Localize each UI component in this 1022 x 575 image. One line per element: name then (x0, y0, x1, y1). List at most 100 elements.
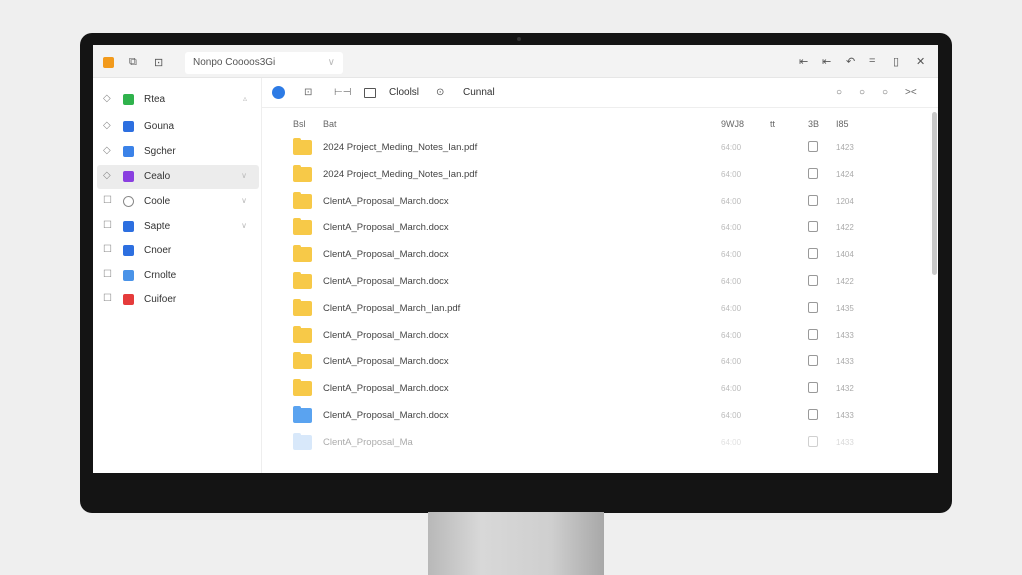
sidebar-item-sapte[interactable]: ☐ Sapte ∨ (97, 215, 259, 239)
new-item-icon[interactable]: ⊡ (304, 87, 312, 98)
address-text: Nonpo Coooos3Gi (193, 57, 276, 68)
column-header[interactable]: Bsl (293, 119, 306, 129)
undo-icon[interactable]: ↶ (846, 55, 855, 68)
file-code: 1204 (836, 196, 854, 206)
save-icon[interactable]: ⊡ (154, 56, 163, 69)
back-icon[interactable]: ⇤ (799, 55, 808, 68)
forward-icon[interactable]: ⇤ (822, 55, 831, 68)
minimize-icon[interactable]: = (869, 55, 875, 67)
column-header[interactable]: Bat (323, 119, 337, 129)
chevron-icon[interactable]: ∨ (241, 221, 247, 230)
file-row[interactable]: ClentA_Proposal_March.docx 64:00 1433 (262, 348, 922, 374)
toolbar-button-2[interactable]: Cunnal (463, 87, 495, 98)
file-code: 1404 (836, 250, 854, 260)
collapse-icon[interactable]: >< (905, 87, 917, 98)
sidebar-item-cuifoer[interactable]: ☐ Cuifoer (97, 288, 259, 312)
file-list: Bsl Bat 9WJ8 tt 3B I85 2024 Project_Medi… (262, 108, 938, 473)
file-code: 1433 (836, 357, 854, 367)
file-code: 1433 (836, 437, 854, 447)
address-bar[interactable]: Nonpo Coooos3Gi ∨ (185, 52, 343, 74)
file-name: ClentA_Proposal_Ma (323, 436, 413, 448)
maximize-icon[interactable]: ▯ (893, 55, 899, 68)
file-row[interactable]: 2024 Project_Meding_Notes_Ian.pdf 64:00 14… (262, 134, 922, 160)
folder-icon (293, 218, 312, 236)
file-row[interactable]: 2024 Project_Meding_Notes_Ian.pdf 64:00 14… (262, 161, 922, 187)
sidebar-item-sgcher[interactable]: ◇ Sgcher (97, 140, 259, 164)
file-row[interactable]: ClentA_Proposal_March.docx 64:00 1422 (262, 214, 922, 240)
webcam (517, 37, 521, 41)
folder-icon (123, 94, 134, 105)
sidebar-item-crnolte[interactable]: ☐ Crnolte (97, 264, 259, 288)
file-time: 64:00 (721, 169, 742, 179)
file-row[interactable]: ClentA_Proposal_March.docx 64:00 1204 (262, 188, 922, 214)
sidebar-item-cnoer[interactable]: ☐ Cnoer (97, 239, 259, 263)
file-time: 64:00 (721, 250, 742, 260)
sidebar-lead-icon[interactable]: ☐ (103, 244, 112, 255)
sidebar-item-gouna[interactable]: ◇ Gouna (97, 115, 259, 139)
sidebar-item-coole[interactable]: ☐ Coole ∨ (97, 190, 259, 214)
file-code: 1435 (836, 303, 854, 313)
folder-icon (293, 352, 312, 370)
folder-icon (293, 298, 312, 316)
column-header[interactable]: 9WJ8 (721, 119, 744, 129)
file-code: 1422 (836, 277, 854, 286)
file-code: 1432 (836, 384, 854, 394)
width-icon[interactable]: ⊢⊣ (334, 87, 351, 98)
folder-icon (123, 294, 134, 305)
scrollbar[interactable] (932, 112, 937, 275)
sidebar-item-label: Sgcher (144, 146, 176, 157)
sidebar-item-label: Gouna (144, 121, 175, 132)
file-row[interactable]: ClentA_Proposal_March.docx 64:00 1433 (262, 402, 922, 428)
circle-icon[interactable]: ○ (859, 87, 865, 98)
file-row[interactable]: ClentA_Proposal_March.docx 64:00 1433 (262, 322, 922, 348)
sidebar-lead-icon[interactable]: ☐ (103, 195, 112, 206)
sidebar-lead-icon[interactable]: ◇ (103, 93, 111, 104)
file-type-icon (808, 248, 818, 260)
file-row[interactable]: ClentA_Proposal_March.docx 64:00 1432 (262, 375, 922, 401)
chevron-icon[interactable]: ▵ (243, 94, 247, 103)
sidebar-lead-icon[interactable]: ◇ (103, 170, 111, 181)
monitor-stand (428, 512, 604, 575)
view-icon[interactable] (364, 88, 376, 98)
search-icon[interactable]: ○ (836, 87, 842, 98)
file-time: 64:00 (721, 437, 742, 447)
file-row[interactable]: ClentA_Proposal_Ma 64:00 1433 (262, 429, 922, 455)
file-time: 64:00 (721, 223, 742, 233)
file-name: ClentA_Proposal_March.docx (323, 329, 449, 341)
sidebar-lead-icon[interactable]: ☐ (103, 220, 112, 231)
file-name: ClentA_Proposal_March_Ian.pdf (323, 302, 461, 314)
circle-icon[interactable]: ○ (882, 87, 888, 98)
file-time: 64:00 (721, 357, 742, 367)
column-header[interactable]: tt (770, 119, 775, 129)
chevron-icon[interactable]: ∨ (241, 171, 247, 180)
options-icon[interactable]: ⊙ (436, 87, 444, 98)
file-type-icon (808, 194, 818, 206)
sidebar-lead-icon[interactable]: ◇ (103, 120, 111, 131)
file-time: 64:00 (721, 330, 742, 340)
sidebar-lead-icon[interactable]: ☐ (103, 269, 112, 280)
file-name: ClentA_Proposal_March.docx (323, 222, 449, 234)
sidebar-item-cealo[interactable]: ◇ Cealo ∨ (97, 165, 259, 189)
file-row[interactable]: ClentA_Proposal_March.docx 64:00 1422 (262, 268, 922, 294)
sidebar-item-label: Rtea (144, 94, 166, 105)
sidebar-item-rtea[interactable]: ◇ Rtea ▵ (97, 88, 259, 112)
file-row[interactable]: ClentA_Proposal_March_Ian.pdf 64:00 1435 (262, 295, 922, 321)
file-code: 1433 (836, 330, 854, 340)
close-icon[interactable]: ✕ (916, 55, 925, 68)
sidebar-lead-icon[interactable]: ☐ (103, 293, 112, 304)
copy-icon[interactable]: ⧉ (129, 56, 137, 69)
column-header[interactable]: 3B (808, 119, 819, 129)
folder-icon (123, 221, 134, 232)
sidebar-lead-icon[interactable]: ◇ (103, 145, 111, 156)
chevron-down-icon[interactable]: ∨ (328, 57, 335, 68)
refresh-icon[interactable] (272, 86, 285, 99)
file-code: 1433 (836, 411, 854, 420)
chevron-icon[interactable]: ∨ (241, 196, 247, 205)
column-header[interactable]: I85 (836, 119, 849, 129)
title-bar: ⧉ ⊡ Nonpo Coooos3Gi ∨ ⇤ ⇤ ↶ = ▯ ✕ (93, 45, 938, 78)
file-type-icon (808, 435, 818, 447)
toolbar-button-1[interactable]: Cloolsl (389, 87, 419, 98)
file-type-icon (808, 355, 818, 367)
file-row[interactable]: ClentA_Proposal_March.docx 64:00 1404 (262, 241, 922, 267)
file-manager-window: ⧉ ⊡ Nonpo Coooos3Gi ∨ ⇤ ⇤ ↶ = ▯ ✕ ◇ Rtea ▵ ◇… (93, 45, 938, 473)
